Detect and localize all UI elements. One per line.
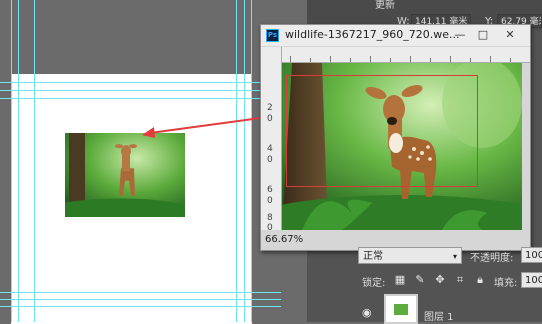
lock-label: 锁定: [362, 278, 386, 289]
ruler-label: 4 [267, 144, 273, 154]
ruler-horizontal[interactable] [282, 47, 530, 63]
brush-icon[interactable]: ✎ [413, 273, 427, 287]
ruler-label: 0 [267, 155, 273, 165]
guide-horizontal[interactable] [0, 90, 281, 91]
chevron-down-icon: ▾ [452, 252, 457, 261]
guide-horizontal[interactable] [0, 299, 281, 300]
ruler-label: 0 [267, 114, 273, 124]
blend-mode-value: 正常 [363, 251, 383, 262]
ruler-vertical[interactable]: 2 0 4 0 6 0 8 0 [261, 47, 282, 233]
guide-vertical[interactable] [251, 0, 252, 322]
properties-header: 更新 [375, 0, 395, 11]
ruler-label: 8 [267, 213, 273, 223]
ruler-label: 2 [267, 103, 273, 113]
deer-photo-canvas[interactable] [282, 63, 522, 230]
guide-horizontal[interactable] [0, 306, 281, 307]
document-title: wildlife-1367217_960_720.we... [285, 28, 460, 41]
layer-thumbnail[interactable] [384, 294, 418, 324]
lock-icon[interactable]: 🔒︎ [473, 273, 487, 287]
guide-horizontal[interactable] [0, 98, 281, 99]
fill-label: 填充: [494, 278, 518, 289]
document-titlebar[interactable]: Ps wildlife-1367217_960_720.we... — □ ✕ [261, 25, 530, 46]
guide-vertical[interactable] [244, 0, 245, 322]
zoom-level[interactable]: 66.67% [265, 234, 303, 245]
guide-vertical[interactable] [236, 0, 237, 322]
checker-icon[interactable]: ▦ [393, 273, 407, 287]
close-button[interactable]: ✕ [499, 27, 521, 43]
guide-horizontal[interactable] [0, 292, 281, 293]
ruler-label: 0 [267, 196, 273, 206]
minimize-button[interactable]: — [449, 27, 471, 43]
guide-vertical[interactable] [11, 0, 12, 322]
maximize-button[interactable]: □ [472, 27, 494, 43]
guide-vertical[interactable] [34, 0, 35, 322]
eye-icon[interactable]: ◉ [362, 306, 372, 319]
guide-horizontal[interactable] [0, 82, 281, 83]
document-window[interactable]: Ps wildlife-1367217_960_720.we... — □ ✕ … [260, 24, 531, 251]
photoshop-icon: Ps [266, 29, 279, 42]
selection-rectangle[interactable] [286, 75, 478, 187]
crop-icon[interactable]: ⌗ [453, 273, 467, 287]
fill-input[interactable]: 100% [521, 272, 542, 288]
opacity-input[interactable]: 100% [521, 247, 542, 263]
ruler-label: 6 [267, 185, 273, 195]
layer-name[interactable]: 图层 1 [424, 308, 454, 323]
guide-vertical[interactable] [18, 0, 19, 322]
blend-mode-select[interactable]: 正常 ▾ [358, 247, 462, 264]
move-icon[interactable]: ✥ [433, 273, 447, 287]
placed-deer-photo[interactable] [65, 133, 185, 217]
opacity-label: 不透明度: [470, 253, 514, 264]
